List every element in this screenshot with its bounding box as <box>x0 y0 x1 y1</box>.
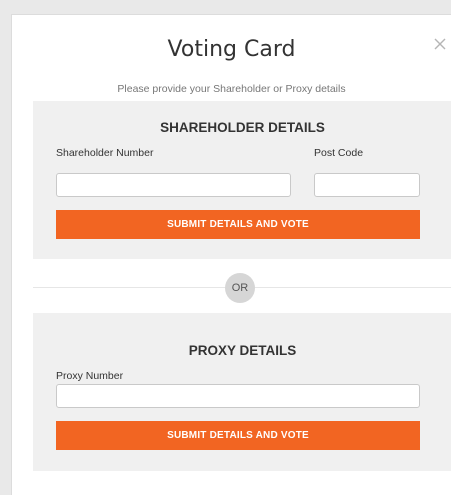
or-divider: OR <box>225 273 255 303</box>
postcode-label: Post Code <box>314 147 364 159</box>
proxy-panel: PROXY DETAILS Proxy Number SUBMIT DETAIL… <box>33 313 451 471</box>
voting-card-modal: Voting Card Please provide your Sharehol… <box>11 14 451 495</box>
modal-title: Voting Card <box>167 37 296 62</box>
shareholder-number-input[interactable] <box>56 173 291 197</box>
postcode-input[interactable] <box>314 173 420 197</box>
proxy-number-input[interactable] <box>56 384 420 408</box>
modal-subtitle: Please provide your Shareholder or Proxy… <box>117 83 346 95</box>
shareholder-number-label: Shareholder Number <box>56 147 154 159</box>
shareholder-submit-button[interactable]: SUBMIT DETAILS AND VOTE <box>56 210 420 239</box>
proxy-heading: PROXY DETAILS <box>188 343 297 358</box>
proxy-number-label: Proxy Number <box>56 370 124 382</box>
shareholder-heading: SHAREHOLDER DETAILS <box>160 120 325 135</box>
shareholder-panel: SHAREHOLDER DETAILS Shareholder Number P… <box>33 101 451 259</box>
proxy-submit-button[interactable]: SUBMIT DETAILS AND VOTE <box>56 421 420 450</box>
